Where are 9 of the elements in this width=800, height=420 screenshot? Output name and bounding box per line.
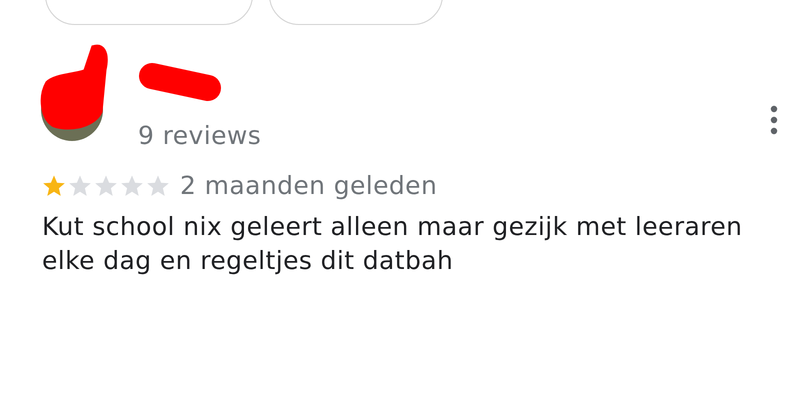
review-count: 9 reviews <box>138 120 262 150</box>
star-icon <box>94 174 118 198</box>
more-options-icon[interactable] <box>770 105 778 135</box>
star-icon <box>120 174 144 198</box>
review-text: Kut school nix geleert alleen maar gezijk met leeraren elke dag en regeltjes dit datbah <box>42 211 744 277</box>
review-date: 2 maanden geleden <box>180 171 438 200</box>
star-icon <box>146 174 170 198</box>
star-icon <box>42 174 66 198</box>
star-icon <box>68 174 92 198</box>
